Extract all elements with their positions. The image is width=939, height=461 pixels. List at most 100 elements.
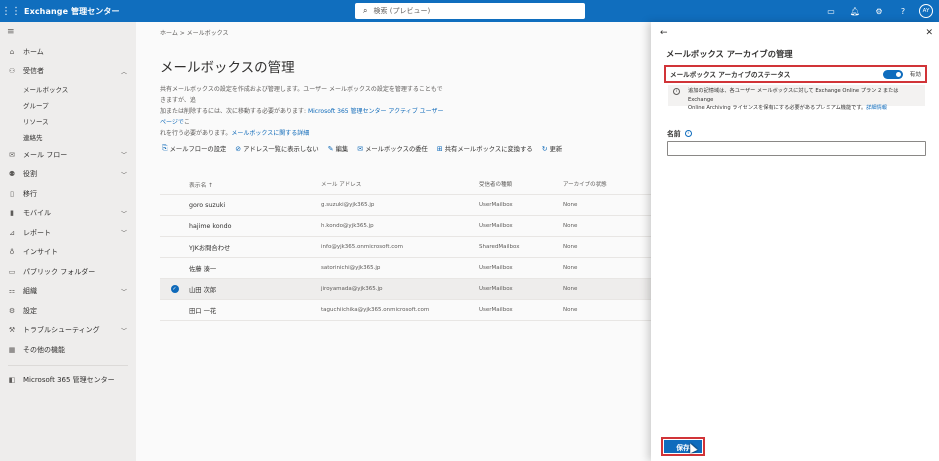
convert-icon: ⊞ [436, 144, 443, 153]
back-arrow-icon[interactable]: ← [660, 28, 668, 38]
page-title: メールボックスの管理 [160, 60, 295, 76]
folder-icon: ▭ [8, 267, 16, 276]
save-highlight: 保存 [661, 437, 705, 456]
table-row-selected[interactable]: ✓ 山田 次郎 jiroyamada@yjk365.jp UserMailbox… [160, 279, 651, 300]
search-icon: ⌕ [363, 6, 368, 15]
table-row[interactable]: hajime kondo h.kondo@yjk365.jp UserMailb… [160, 216, 651, 237]
sidebar-item-organization[interactable]: ⚏ 組織 ﹀ [0, 282, 136, 302]
column-header-email[interactable]: メール アドレス [321, 180, 479, 188]
panel-title: メールボックス アーカイブの管理 [666, 49, 793, 59]
delegate-icon: ✉ [357, 144, 364, 153]
close-icon[interactable]: ✕ [925, 28, 933, 38]
top-icons: ▭ 🔔︎ ⚙ ? AY [819, 0, 939, 22]
chevron-down-icon: ﹀ [120, 152, 127, 160]
breadcrumb[interactable]: ホーム > メールボックス [160, 28, 228, 37]
migration-icon: ▯ [10, 189, 14, 198]
table-header: 表示名 ↑ メール アドレス 受信者の種類 アーカイブの状態 [160, 174, 651, 195]
org-icon: ⚏ [8, 287, 16, 296]
check-icon: ✓ [170, 285, 179, 293]
info-icon: i [673, 88, 680, 95]
sidebar-item-recipients[interactable]: ⚇ 受信者 ︿ [0, 62, 136, 82]
chevron-down-icon: ﹀ [120, 230, 127, 238]
gear-icon: ⚙ [8, 306, 16, 315]
column-header-display-name[interactable]: 表示名 ↑ [189, 180, 321, 189]
archive-panel: ← ✕ メールボックス アーカイブの管理 メールボックス アーカイブのステータス… [651, 22, 939, 461]
archive-toggle[interactable] [883, 70, 903, 79]
mailflow-settings-button[interactable]: ⎘ メールフローの設定 [162, 144, 226, 153]
page-description: 共有メールボックスの設定を作成および管理します。ユーザー メールボックスの設定を… [160, 86, 444, 137]
sidebar-item-mailboxes[interactable]: メールボックス [0, 81, 136, 97]
sidebar-item-mailflow[interactable]: ✉ メール フロー ﹀ [0, 145, 136, 165]
mailflow-icon: ⎘ [162, 144, 168, 152]
sidebar-item-migration[interactable]: ▯ 移行 [0, 184, 136, 204]
report-icon: ⊿ [9, 228, 15, 237]
table-row[interactable]: YJKお問合わせ info@yjk365.onmicrosoft.com Sha… [160, 237, 651, 258]
sidebar-item-more-features[interactable]: ▦ その他の機能 [0, 340, 136, 360]
refresh-button[interactable]: ↻ 更新 [541, 144, 562, 154]
hide-from-address-list-button[interactable]: ⊘ アドレス一覧に表示しない [235, 144, 318, 154]
gear-icon[interactable]: ⚙ [867, 7, 891, 16]
hide-icon: ⊘ [235, 144, 242, 153]
table-row[interactable]: 田口 一花 taguchiichika@yjk365.onmicrosoft.c… [160, 300, 651, 321]
sidebar-item-contacts[interactable]: 連絡先 [0, 129, 136, 145]
app-title[interactable]: Exchange 管理センター [24, 6, 120, 17]
delegate-mailbox-button[interactable]: ✉ メールボックスの委任 [357, 144, 428, 154]
chevron-down-icon: ﹀ [120, 288, 127, 296]
main-content: ホーム > メールボックス メールボックスの管理 共有メールボックスの設定を作成… [136, 22, 651, 461]
avatar[interactable]: AY [919, 4, 933, 18]
archive-status-row: メールボックス アーカイブのステータス 有効 [664, 65, 927, 83]
column-header-archive-status[interactable]: アーカイブの状態 [563, 180, 647, 188]
sidebar-item-home[interactable]: ⌂ ホーム [0, 42, 136, 62]
person-icon: ⚇ [8, 67, 16, 76]
toggle-knob [896, 72, 901, 77]
bell-icon[interactable]: 🔔︎ [843, 7, 867, 16]
chevron-down-icon: ﹀ [120, 210, 127, 218]
sidebar: ≡ ⌂ ホーム ⚇ 受信者 ︿ メールボックス グループ リソース 連絡先 ✉ メール … [0, 22, 136, 461]
app-launcher-icon[interactable]: ⋮⋮ [0, 0, 22, 22]
command-bar: ⎘ メールフローの設定 ⊘ アドレス一覧に表示しない ✎ 編集 ✉ メールボックスの委任… [162, 144, 562, 153]
sidebar-item-troubleshooting[interactable]: ⚒ トラブルシューティング ﹀ [0, 321, 136, 341]
edit-button[interactable]: ✎ 編集 [327, 144, 348, 154]
chevron-up-icon: ︿ [120, 68, 127, 76]
more-info-link[interactable]: 詳細情報 [866, 105, 887, 111]
roles-icon: ⚉ [8, 170, 16, 179]
lightbulb-icon: ♁ [9, 248, 15, 257]
convert-shared-button[interactable]: ⊞ 共有メールボックスに変換する [436, 144, 533, 154]
office-icon: ◧ [8, 376, 16, 385]
mailbox-details-link[interactable]: メールボックスに関する詳細 [231, 130, 309, 137]
sidebar-item-groups[interactable]: グループ [0, 97, 136, 113]
sidebar-item-insights[interactable]: ♁ インサイト [0, 243, 136, 263]
column-header-recipient-type[interactable]: 受信者の種類 [479, 180, 563, 188]
sidebar-item-resources[interactable]: リソース [0, 113, 136, 129]
help-icon[interactable]: ? [891, 7, 915, 16]
chevron-down-icon: ﹀ [120, 327, 127, 335]
table-row[interactable]: 佐藤 湊一 satorinichi@yjk365.jp UserMailbox … [160, 258, 651, 279]
info-message: i 追加の記憶域は、各ユーザー メールボックスに対して Exchange Onl… [668, 85, 925, 111]
sidebar-item-m365-admin[interactable]: ◧ Microsoft 365 管理センター [0, 371, 136, 391]
toggle-state-label: 有効 [909, 72, 921, 78]
mailbox-table: 表示名 ↑ メール アドレス 受信者の種類 アーカイブの状態 goro suzu… [160, 174, 651, 321]
edit-icon: ✎ [327, 144, 334, 153]
screen-icon[interactable]: ▭ [819, 7, 843, 16]
wrench-icon: ⚒ [8, 326, 16, 335]
sidebar-item-mobile[interactable]: ▮ モバイル ﹀ [0, 204, 136, 224]
home-icon: ⌂ [9, 47, 15, 56]
refresh-icon: ↻ [541, 144, 548, 153]
top-bar: ⋮⋮ Exchange 管理センター ⌕ 検索 (プレビュー) ▭ 🔔︎ ⚙ ?… [0, 0, 939, 22]
mail-icon: ✉ [9, 150, 15, 159]
sidebar-item-settings[interactable]: ⚙ 設定 [0, 301, 136, 321]
search-box[interactable]: ⌕ 検索 (プレビュー) [355, 3, 585, 19]
mobile-icon: ▮ [10, 209, 14, 218]
info-icon[interactable]: i [684, 129, 692, 137]
sidebar-item-reports[interactable]: ⊿ レポート ﹀ [0, 223, 136, 243]
chevron-down-icon: ﹀ [120, 171, 127, 179]
hamburger-icon[interactable]: ≡ [0, 22, 136, 42]
sidebar-item-public-folders[interactable]: ▭ パブリック フォルダー [0, 262, 136, 282]
name-input[interactable] [667, 141, 926, 156]
grid-icon: ▦ [8, 345, 16, 354]
table-row[interactable]: goro suzuki g.suzuki@yjk365.jp UserMailb… [160, 195, 651, 216]
name-label: 名前 i [667, 128, 692, 138]
sidebar-item-roles[interactable]: ⚉ 役割 ﹀ [0, 165, 136, 185]
sidebar-divider [8, 364, 128, 366]
search-placeholder: 検索 (プレビュー) [373, 7, 431, 15]
